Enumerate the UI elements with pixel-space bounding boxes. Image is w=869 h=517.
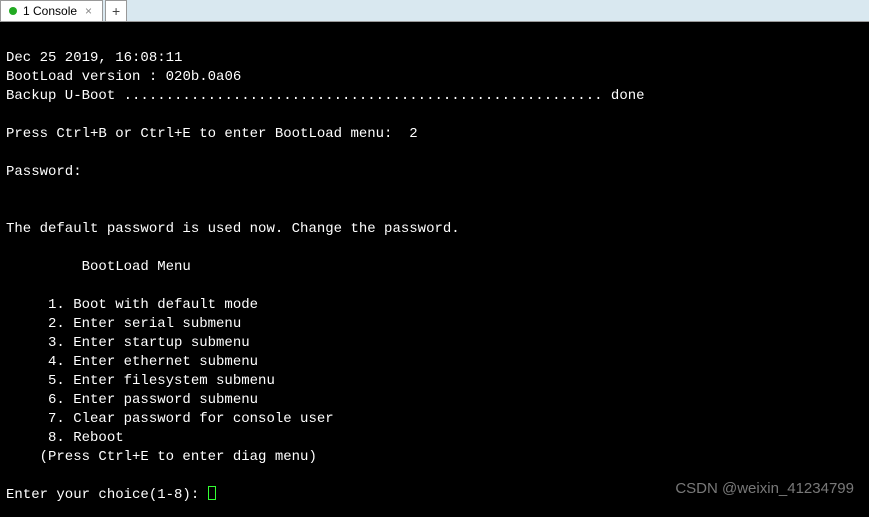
enter-menu-hint: Press Ctrl+B or Ctrl+E to enter BootLoad… <box>6 126 409 142</box>
menu-item: 4. Enter ethernet submenu <box>6 353 863 372</box>
menu-item: 3. Enter startup submenu <box>6 334 863 353</box>
tab-status-dot-icon <box>9 7 17 15</box>
bootload-menu-title: BootLoad Menu <box>6 259 191 275</box>
menu-item: 5. Enter filesystem submenu <box>6 372 863 391</box>
menu-countdown: 2 <box>409 126 417 142</box>
tab-bar: 1 Console × + <box>0 0 869 22</box>
plus-icon: + <box>112 3 120 19</box>
choice-prompt: Enter your choice(1-8): <box>6 487 208 503</box>
menu-item: 2. Enter serial submenu <box>6 315 863 334</box>
terminal-output[interactable]: Dec 25 2019, 16:08:11BootLoad version : … <box>0 22 869 513</box>
menu-item: 1. Boot with default mode <box>6 296 863 315</box>
menu-item: 7. Clear password for console user <box>6 410 863 429</box>
password-prompt: Password: <box>6 164 82 180</box>
new-tab-button[interactable]: + <box>105 0 127 21</box>
console-tab[interactable]: 1 Console × <box>0 0 103 21</box>
backup-label: Backup U-Boot <box>6 88 124 104</box>
backup-progress-dots: ........................................… <box>124 88 603 104</box>
diag-menu-hint: (Press Ctrl+E to enter diag menu) <box>6 448 863 467</box>
menu-item: 6. Enter password submenu <box>6 391 863 410</box>
backup-status: done <box>603 88 645 104</box>
watermark: CSDN @weixin_41234799 <box>675 480 854 497</box>
cursor-icon <box>208 486 216 500</box>
bootload-version: 020b.0a06 <box>166 69 242 85</box>
tab-close-icon[interactable]: × <box>83 4 94 18</box>
bootload-version-label: BootLoad version : <box>6 69 166 85</box>
tab-label: 1 Console <box>23 4 77 18</box>
default-password-warning: The default password is used now. Change… <box>6 221 460 237</box>
boot-timestamp: Dec 25 2019, 16:08:11 <box>6 49 863 68</box>
menu-item: 8. Reboot <box>6 429 863 448</box>
